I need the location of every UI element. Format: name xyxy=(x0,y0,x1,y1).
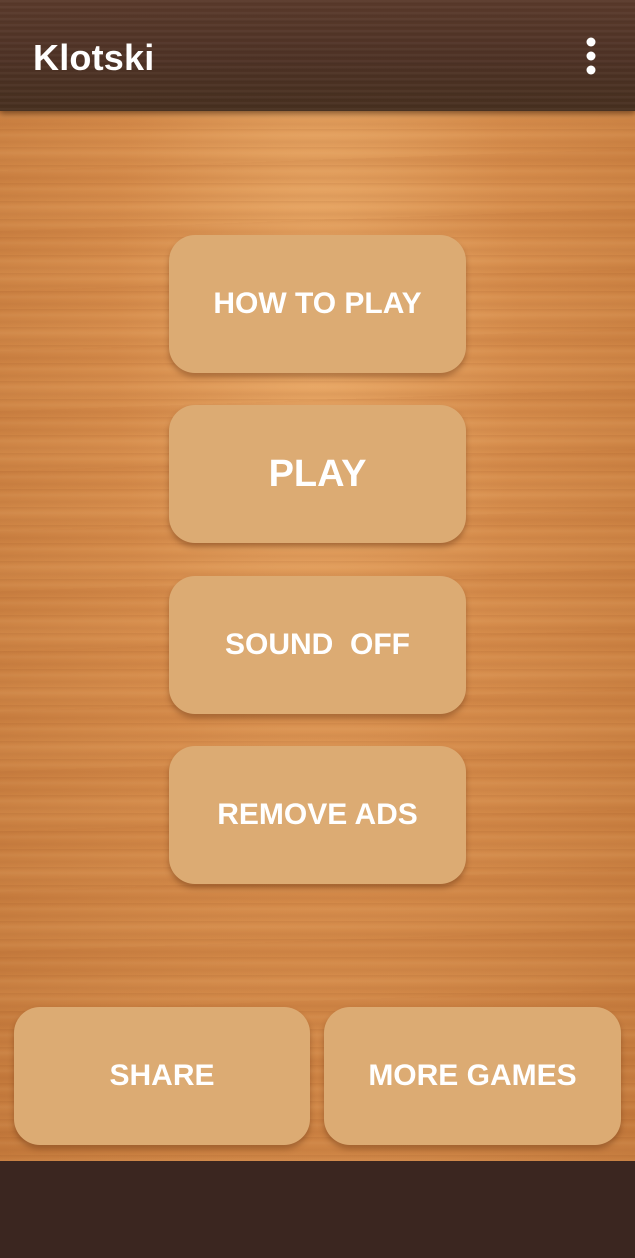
app-bar: Klotski xyxy=(0,0,635,111)
bottom-bar xyxy=(0,1161,635,1258)
app-title: Klotski xyxy=(33,37,155,78)
share-button[interactable]: SHARE xyxy=(14,1007,310,1145)
sound-toggle-button[interactable]: SOUND OFF xyxy=(169,576,466,714)
how-to-play-button[interactable]: HOW TO PLAY xyxy=(169,235,466,373)
more-vert-icon[interactable] xyxy=(571,34,611,78)
play-button[interactable]: PLAY xyxy=(169,405,466,543)
remove-ads-button[interactable]: REMOVE ADS xyxy=(169,746,466,884)
more-games-button[interactable]: MORE GAMES xyxy=(324,1007,621,1145)
